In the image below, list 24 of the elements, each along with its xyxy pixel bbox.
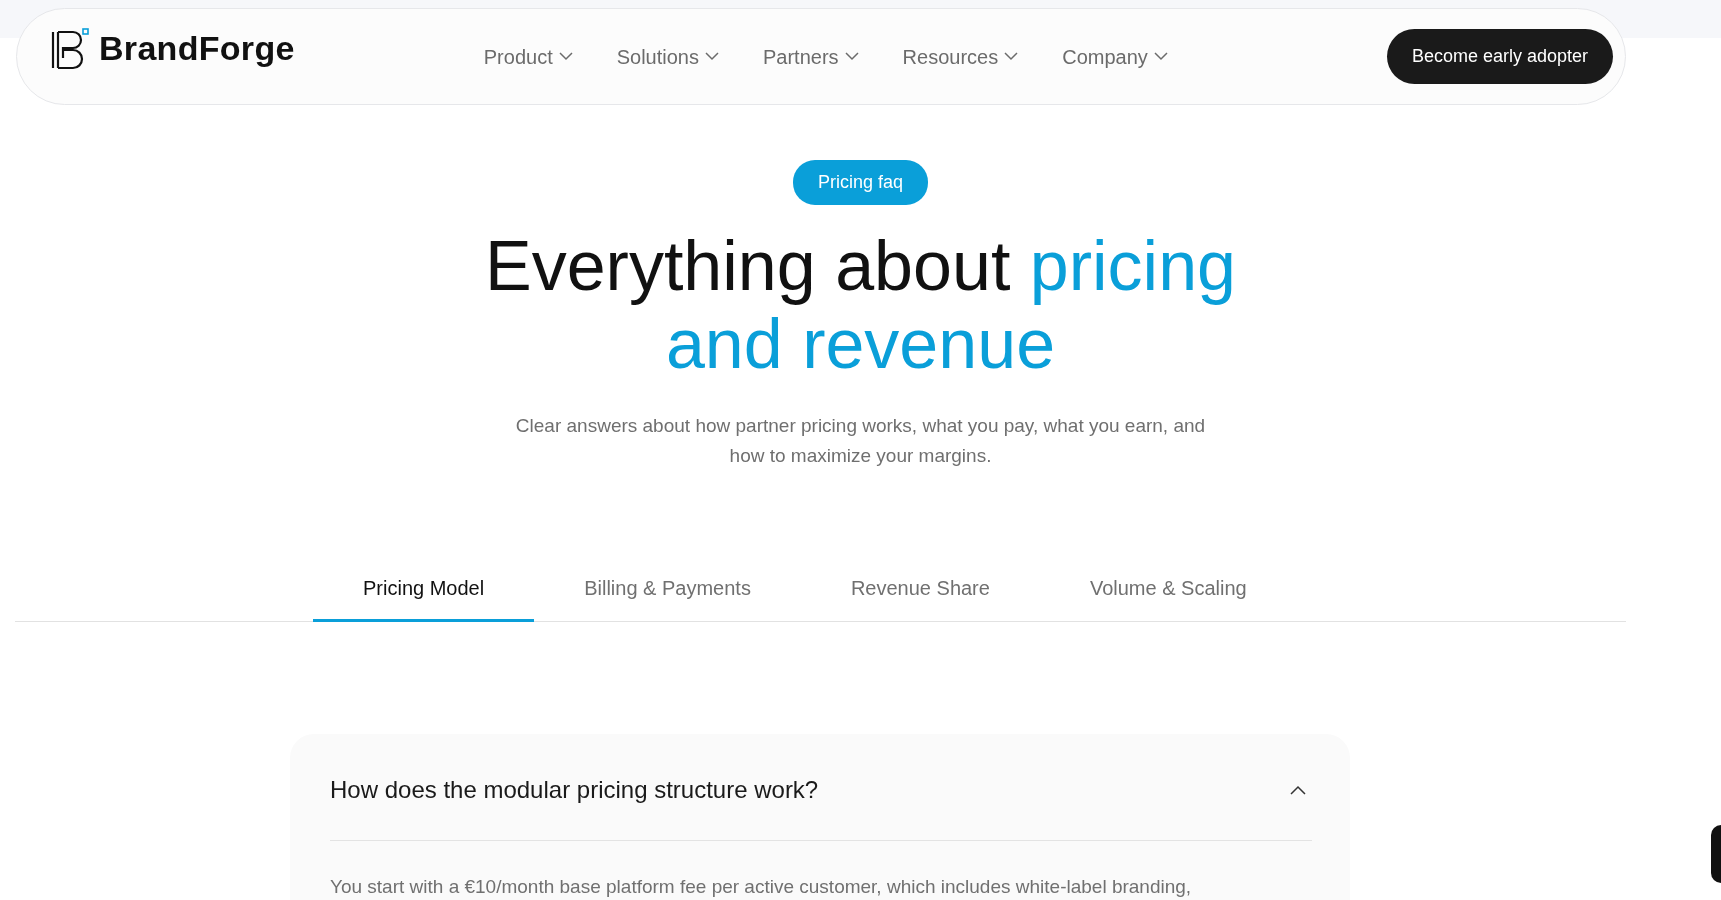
section-badge: Pricing faq (792, 160, 928, 205)
nav-menu-item[interactable]: Partners (763, 41, 859, 72)
brand-name: BrandForge (99, 28, 295, 69)
nav-menu-item[interactable]: Solutions (616, 41, 719, 72)
nav-menu-item[interactable]: Product (483, 41, 573, 72)
tab[interactable]: Revenue Share (800, 563, 1040, 622)
chevron-icon (844, 52, 859, 61)
faq-question[interactable]: How does the modular pricing structure work? (330, 772, 819, 808)
logo-icon (51, 27, 91, 70)
chevron-icon (705, 52, 719, 61)
chevron-icon[interactable] (1290, 785, 1306, 795)
faq-answer: You start with a €10/month base platform fee per active customer, which includes white-label branding, (330, 875, 1193, 899)
tab[interactable]: Volume & Scaling (1039, 563, 1297, 622)
chevron-icon (558, 52, 573, 61)
tab[interactable]: Billing & Payments (534, 563, 801, 622)
cta-button[interactable]: Become early adopter (1386, 29, 1613, 84)
hero-subtitle: Clear answers about how partner pricing works, what you pay, what you earn, and how to maximize your margins. (514, 414, 1207, 468)
chevron-icon (1153, 52, 1168, 61)
hero-heading: Everything about pricing and revenue (484, 227, 1237, 383)
chevron-icon (1004, 52, 1019, 61)
nav-menu-item[interactable]: Company (1062, 41, 1168, 72)
tab[interactable]: Pricing Model (313, 563, 535, 622)
nav-menu-item[interactable]: Resources (902, 41, 1019, 72)
floating-widget[interactable] (1711, 825, 1721, 883)
